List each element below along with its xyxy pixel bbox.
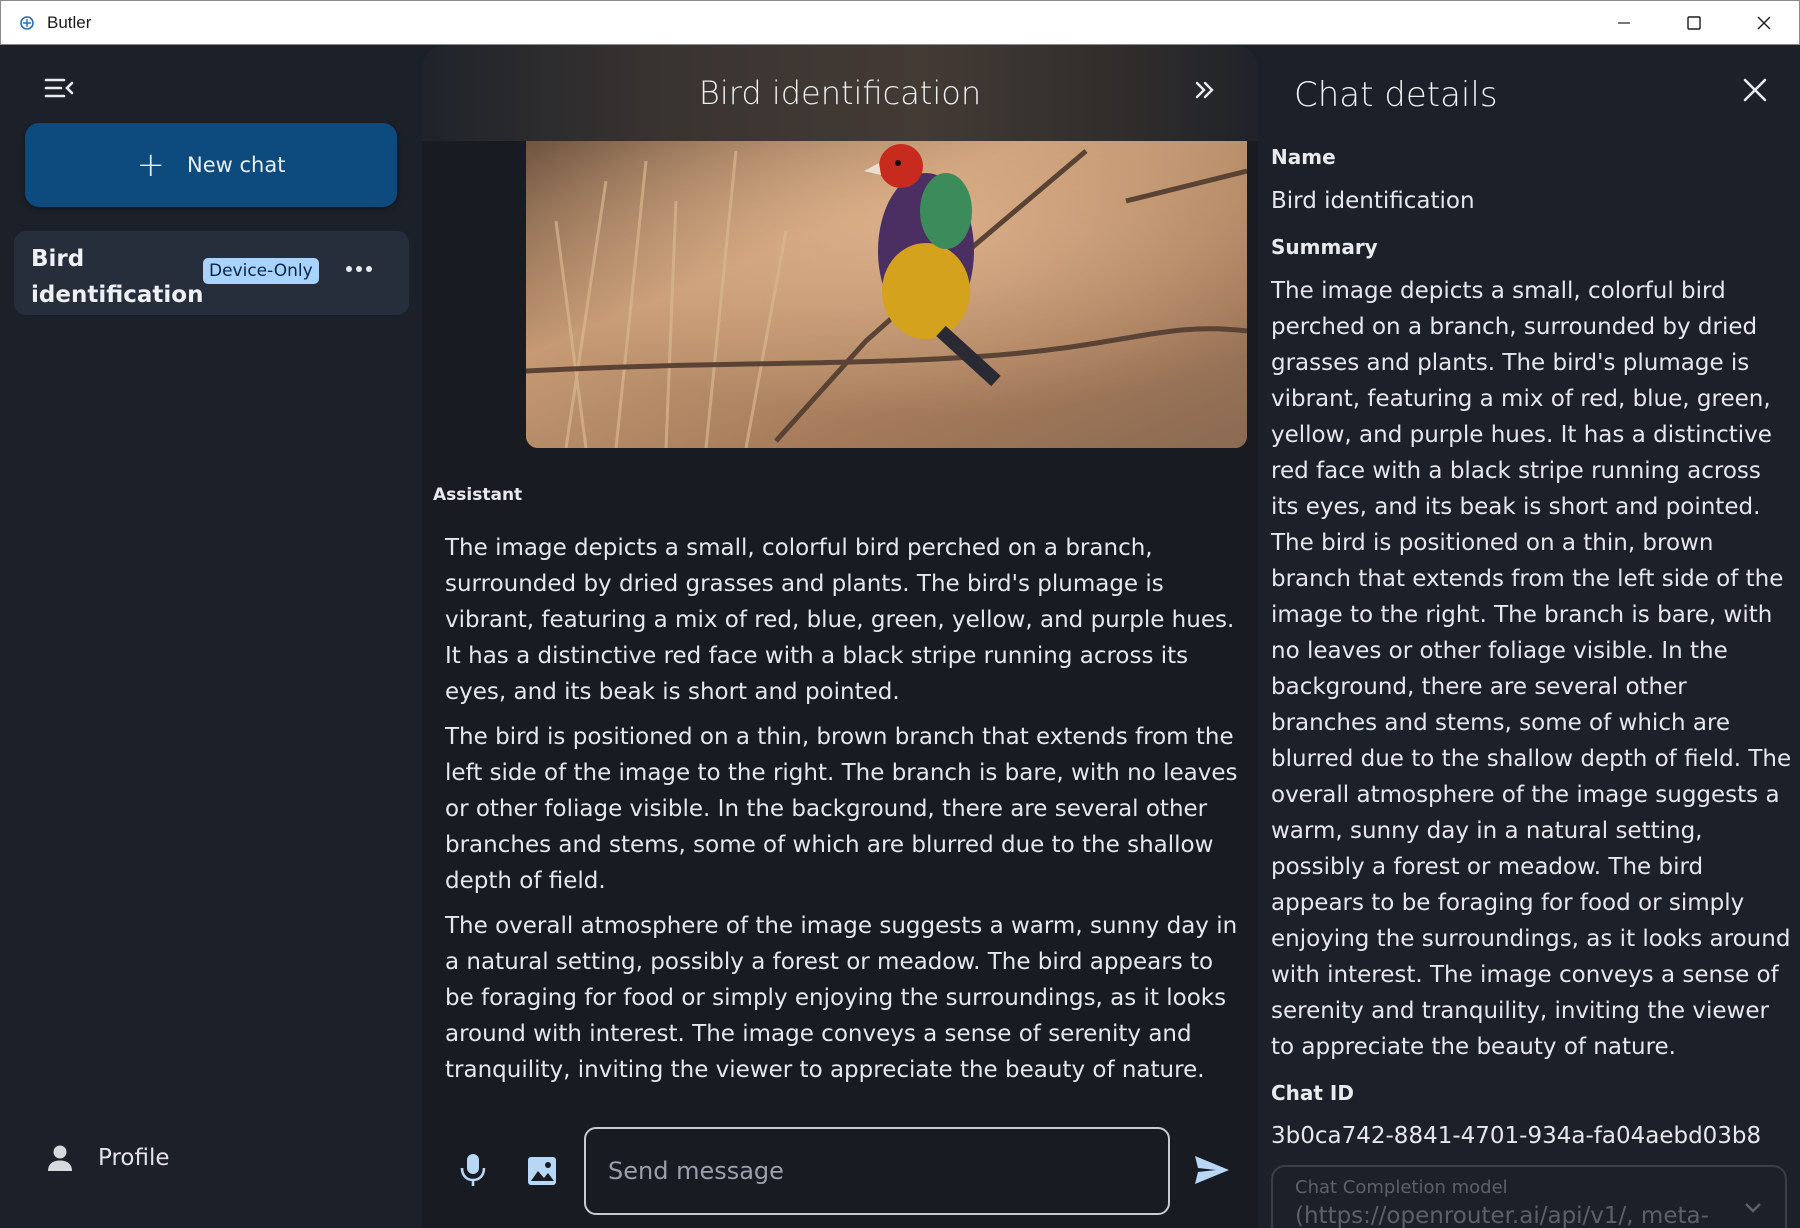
minimize-icon	[1618, 21, 1630, 24]
answer-paragraph: The bird is positioned on a thin, brown …	[445, 724, 1238, 894]
chat-completion-model-select[interactable]: Chat Completion model (https://openroute…	[1271, 1165, 1787, 1228]
chat-more-button[interactable]	[344, 255, 384, 283]
window-titlebar: Butler	[0, 0, 1800, 45]
message-input[interactable]	[584, 1127, 1170, 1215]
name-value: Bird identification	[1271, 188, 1475, 214]
close-button[interactable]	[1729, 1, 1799, 44]
sidebar-collapse-icon	[44, 78, 74, 98]
person-icon	[48, 1145, 72, 1171]
chevrons-right-icon	[1195, 81, 1214, 99]
device-only-badge: Device-Only	[203, 258, 319, 284]
plus-icon: +	[136, 145, 166, 185]
summary-value: The image depicts a small, colorful bird…	[1271, 278, 1792, 1060]
chat-title: Bird identification	[698, 74, 982, 112]
model-select-value: (https://openrouter.ai/api/v1/, meta-	[1295, 1203, 1709, 1228]
answer-paragraph: The image depicts a small, colorful bird…	[445, 535, 1235, 705]
answer-paragraph: The overall atmosphere of the image sugg…	[445, 913, 1238, 1083]
close-details-icon	[1743, 78, 1767, 102]
sidebar: + New chat Bird identification Device-On…	[0, 45, 422, 1228]
maximize-icon	[1687, 15, 1701, 30]
maximize-button[interactable]	[1659, 1, 1729, 44]
more-icon	[346, 266, 372, 272]
mic-icon	[460, 1154, 486, 1186]
chevron-down-icon	[1745, 1203, 1761, 1213]
chat-panel: Bird identification Assistant The image …	[422, 45, 1258, 1228]
new-chat-button[interactable]: + New chat	[25, 123, 397, 207]
profile-label: Profile	[98, 1145, 170, 1171]
close-details-button[interactable]	[1742, 77, 1772, 107]
window-title: Butler	[47, 12, 92, 32]
chat-id-value: 3b0ca742-8841-4701-934a-fa04aebd03b8	[1271, 1123, 1762, 1149]
assistant-message: The image depicts a small, colorful bird…	[445, 530, 1245, 1097]
chat-id-label: Chat ID	[1271, 1081, 1354, 1105]
attach-image-button[interactable]	[526, 1155, 558, 1187]
name-label: Name	[1271, 145, 1336, 169]
image-icon	[528, 1157, 556, 1185]
assistant-role-label: Assistant	[433, 485, 523, 505]
sidebar-collapse-button[interactable]	[44, 75, 78, 105]
minimize-button[interactable]	[1589, 1, 1659, 44]
chat-item-title: Bird identification	[31, 246, 204, 308]
chat-header: Bird identification	[422, 45, 1258, 141]
open-details-button[interactable]	[1190, 75, 1220, 105]
new-chat-label: New chat	[187, 153, 286, 177]
chat-details-panel: Chat details Name Bird identification Su…	[1258, 45, 1800, 1228]
mic-button[interactable]	[458, 1152, 488, 1188]
send-button[interactable]	[1192, 1152, 1232, 1188]
attached-bird-image	[526, 141, 1247, 448]
app-icon	[17, 13, 37, 33]
send-icon	[1195, 1156, 1229, 1184]
model-select-label: Chat Completion model	[1295, 1177, 1508, 1198]
profile-button[interactable]: Profile	[44, 1142, 170, 1174]
details-title: Chat details	[1294, 75, 1498, 115]
chat-list-item[interactable]: Bird identification Device-Only	[14, 231, 409, 315]
close-icon	[1757, 16, 1771, 29]
summary-label: Summary	[1271, 235, 1378, 259]
